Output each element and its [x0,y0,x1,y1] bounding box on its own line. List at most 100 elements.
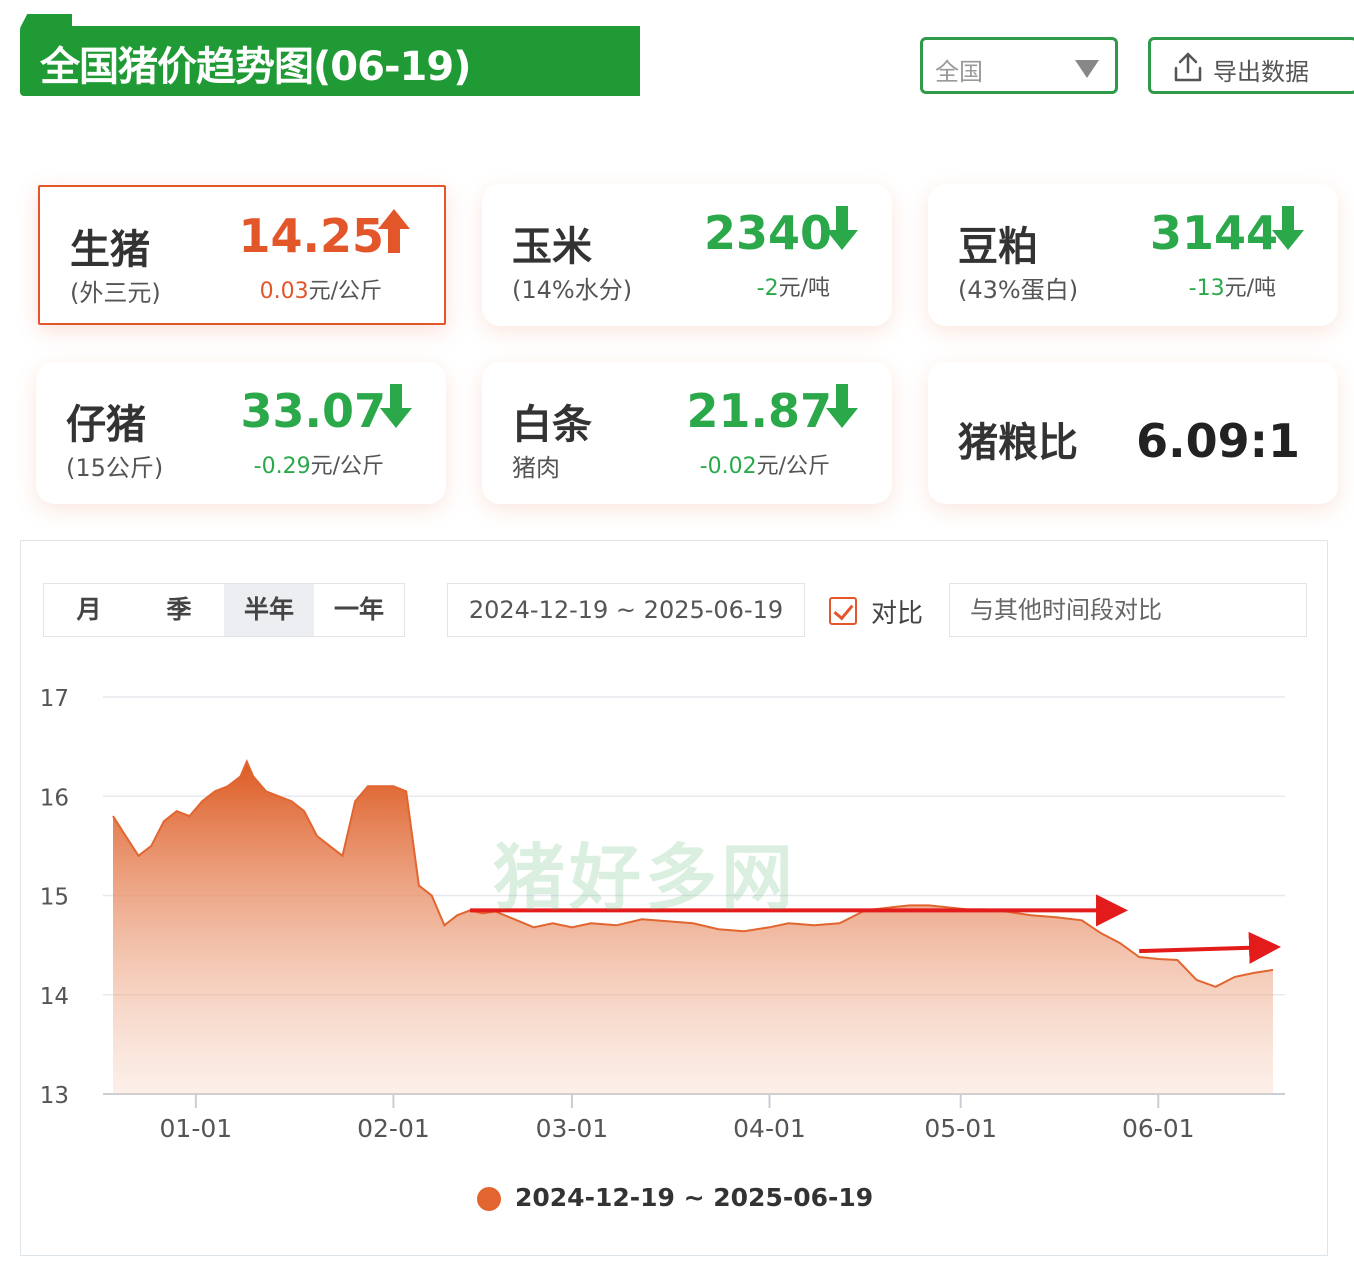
card-change-unit: 元/吨 [778,276,830,301]
data-point [1157,958,1159,960]
data-point [1176,959,1178,961]
card-ratio-value: 6.09:1 [1136,414,1300,468]
y-tick-label: 15 [40,885,69,911]
card-sub: (43%蛋白) [958,276,1079,304]
data-point [1138,956,1140,958]
data-point [1081,919,1083,921]
legend-label[interactable]: 2024-12-19 ~ 2025-06-19 [515,1183,873,1212]
data-point [839,922,841,924]
card-change: -13元/吨 [1189,270,1276,302]
data-point [265,790,267,792]
x-tick-label: 02-01 [357,1114,430,1143]
y-tick-label: 17 [40,686,69,712]
data-point [431,895,433,897]
card-change: -0.02元/公斤 [700,448,830,480]
data-point [717,928,719,930]
card-change-unit: 元/公斤 [310,454,384,479]
export-data-button[interactable]: 导出数据 [1148,37,1354,94]
caret-down-icon [1075,60,1099,78]
card-change-unit: 元/公斤 [308,279,382,304]
card-name: 生猪 [70,227,150,273]
card-sub: 猪肉 [512,454,560,482]
data-point [743,930,745,932]
data-point [768,926,770,928]
data-point [329,845,331,847]
y-tick-label: 14 [40,984,69,1010]
arrow-down-icon [380,384,412,428]
data-point [928,904,930,906]
data-point [1196,979,1198,981]
data-point [1215,986,1217,988]
card-sub: (15公斤) [66,454,164,482]
card-change: -2元/吨 [757,270,830,302]
region-select[interactable]: 全国 [920,37,1118,94]
card-piglet[interactable]: 仔猪 (15公斤) 33.07 -0.29元/公斤 [36,362,446,504]
arrow-up-icon [378,209,410,253]
data-point [214,790,216,792]
data-point [150,845,152,847]
card-name: 白条 [512,402,592,448]
data-point [1272,969,1274,971]
data-point [890,906,892,908]
card-pig-grain-ratio[interactable]: 猪粮比 6.09:1 [928,362,1338,504]
x-tick-label: 01-01 [160,1114,233,1143]
card-corn[interactable]: 玉米 (14%水分) 2340 -2元/吨 [482,184,892,326]
data-point [316,835,318,837]
card-value: 3144 [1149,206,1278,260]
data-point [1100,932,1102,934]
data-point [239,775,241,777]
data-point [616,924,618,926]
data-point [227,785,229,787]
data-point [456,914,458,916]
card-name: 猪粮比 [958,420,1078,466]
data-point [380,785,382,787]
card-change-number: -13 [1188,276,1225,301]
y-tick-label: 13 [40,1083,69,1109]
card-value: 14.25 [238,209,384,263]
card-change: -0.29元/公斤 [254,448,384,480]
data-point [1234,976,1236,978]
data-point [1030,914,1032,916]
data-point [278,795,280,797]
card-value: 33.07 [240,384,386,438]
watermark-text: 猪好多网 [493,836,798,920]
data-point [1119,942,1121,944]
data-point [246,761,248,763]
data-point [443,924,445,926]
export-data-label: 导出数据 [1213,58,1309,86]
x-tick-label: 03-01 [536,1114,609,1143]
card-name: 仔猪 [66,402,146,448]
data-point [813,924,815,926]
chart-panel: 月 季 半年 一年 2024-12-19 ~ 2025-06-19 对比 与其他… [20,540,1328,1256]
card-change: 0.03元/公斤 [260,273,382,305]
card-live-pig[interactable]: 生猪 (外三元) 14.25 0.03元/公斤 [38,185,446,325]
card-soybean-meal[interactable]: 豆粕 (43%蛋白) 3144 -13元/吨 [928,184,1338,326]
page-title: 全国猪价趋势图(06-19) [40,44,471,90]
upload-icon [1174,52,1202,82]
series-area [113,761,1273,1094]
y-tick-label: 16 [40,785,69,811]
data-point [252,775,254,777]
arrow-down-icon [1272,206,1304,250]
card-sub: (外三元) [70,279,161,307]
data-point [1055,916,1057,918]
data-point [176,810,178,812]
legend-dot[interactable] [477,1187,501,1211]
data-point [1253,972,1255,974]
card-change-unit: 元/公斤 [756,454,830,479]
data-point [405,790,407,792]
data-point [367,785,369,787]
data-point [418,885,420,887]
data-point [533,926,535,928]
card-name: 玉米 [512,224,592,270]
data-point [112,815,114,817]
card-pork-carcass[interactable]: 白条 猪肉 21.87 -0.02元/公斤 [482,362,892,504]
card-sub: (14%水分) [512,276,633,304]
card-value: 21.87 [686,384,832,438]
card-change-number: -0.29 [253,454,311,479]
card-name: 豆粕 [958,224,1038,270]
card-change-number: -2 [756,276,779,301]
x-tick-label: 04-01 [733,1114,806,1143]
data-point [137,855,139,857]
card-change-number: 0.03 [259,279,309,304]
